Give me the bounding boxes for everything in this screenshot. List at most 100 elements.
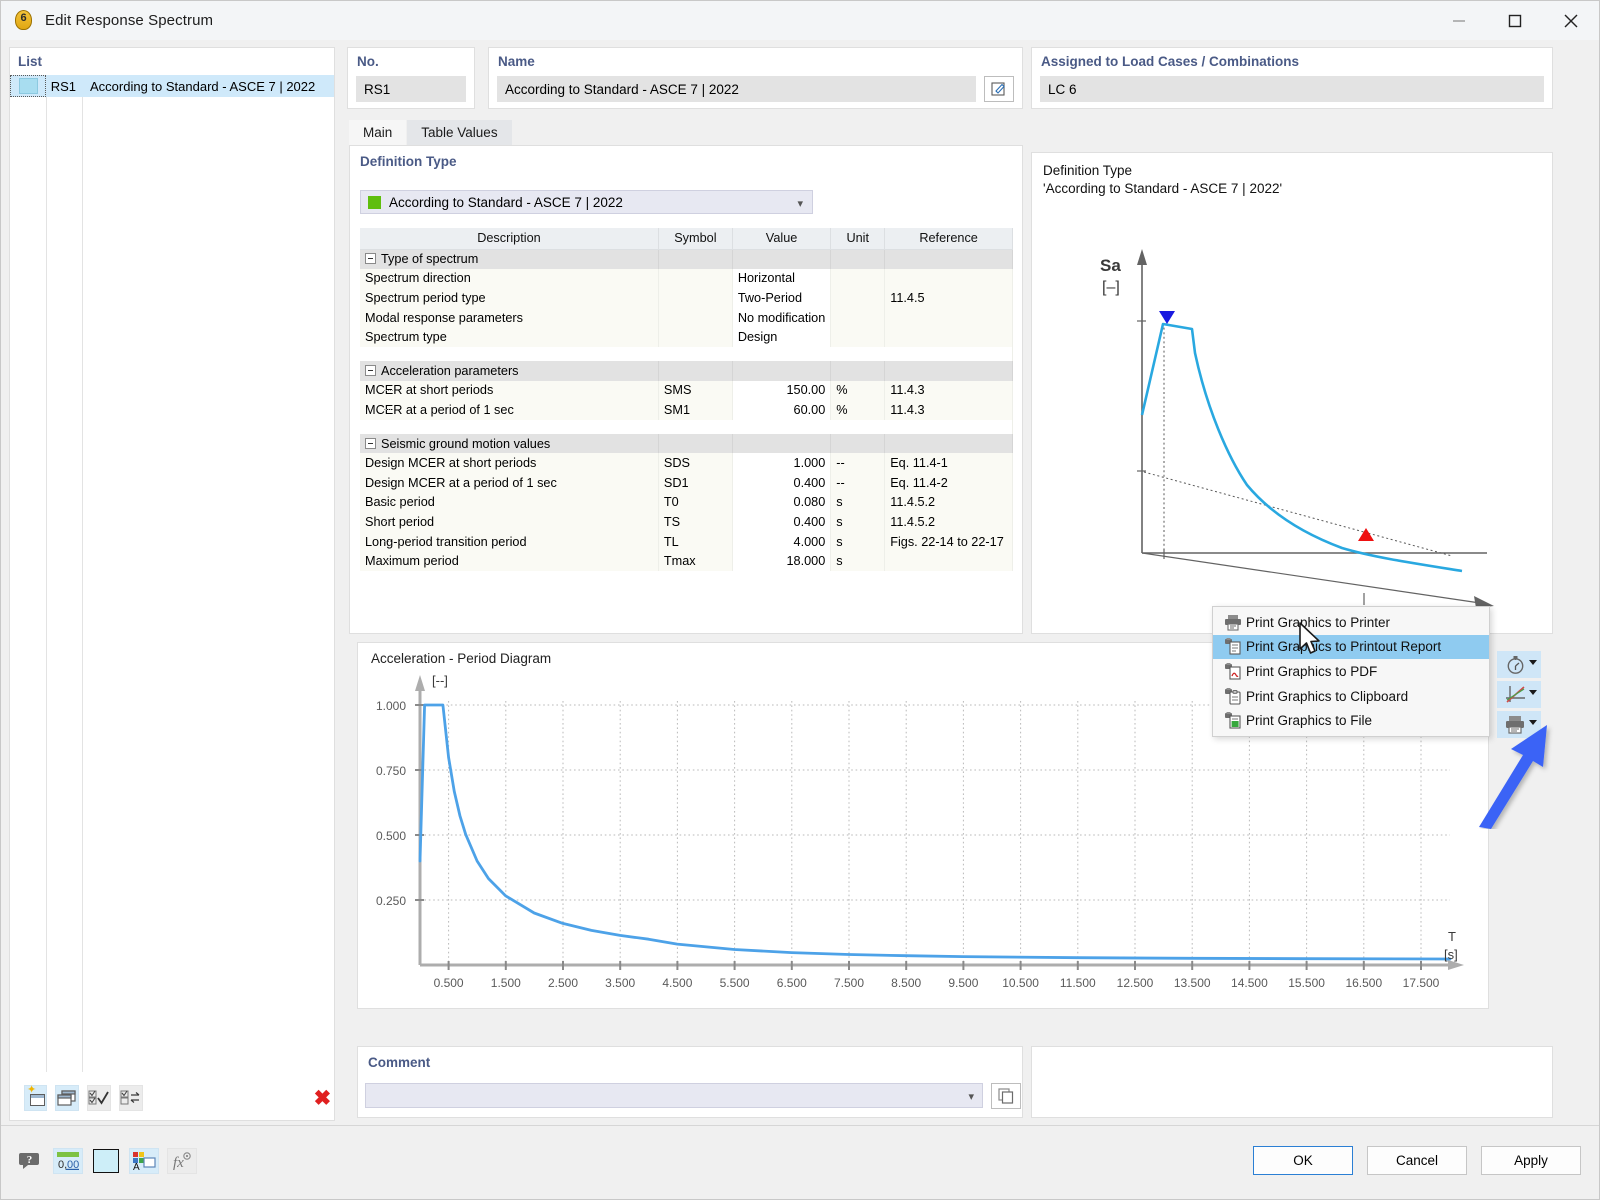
collapse-icon[interactable] [365, 437, 376, 449]
cell-value: 0.080 [732, 492, 832, 513]
table-group-row[interactable]: Acceleration parameters [360, 360, 1013, 381]
xtick-label: 3.500 [605, 976, 635, 990]
table-group-row[interactable]: Seismic ground motion values [360, 433, 1013, 454]
cell-value: 150.00 [732, 380, 832, 401]
collapse-icon[interactable] [365, 364, 376, 376]
color-swatch-icon [93, 1149, 119, 1173]
title-bar: Edit Response Spectrum [1, 1, 1599, 40]
color-swatch-button[interactable] [91, 1148, 121, 1174]
bottom-bar: ? 0, 00 A fx OK Cancel Apply [1, 1125, 1599, 1199]
table-row[interactable]: Design MCER at a period of 1 sec SD1 0.4… [360, 472, 1013, 493]
collapse-icon[interactable] [365, 253, 376, 265]
preview-y-label: Sa [1100, 256, 1121, 275]
chevron-down-icon[interactable] [1529, 660, 1537, 665]
ytick-label: 0.750 [376, 764, 406, 778]
cell-unit: s [830, 531, 886, 552]
table-row[interactable]: MCER at short periods SMS 150.00 % 11.4.… [360, 380, 1013, 401]
menu-item-print-to-printout-report[interactable]: Print Graphics to Printout Report [1213, 634, 1489, 660]
cell-symbol: TL [658, 531, 733, 552]
time-settings-button[interactable] [1497, 651, 1541, 678]
print-file-icon [1220, 712, 1246, 729]
display-properties-button[interactable]: A [129, 1148, 159, 1174]
cell-unit: s [830, 492, 886, 513]
close-button[interactable] [1543, 1, 1599, 40]
number-format-button[interactable]: 0, 00 [53, 1148, 83, 1174]
cell-value: No modification [732, 307, 832, 328]
cell-value: 0.400 [732, 472, 832, 493]
menu-item-print-to-pdf[interactable]: Print Graphics to PDF [1213, 659, 1489, 684]
diagram-settings-button[interactable] [1497, 681, 1541, 708]
cell-description: Spectrum direction [360, 268, 659, 289]
formula-button[interactable]: fx [167, 1148, 197, 1174]
xtick-label: 6.500 [777, 976, 807, 990]
print-graphics-context-menu: Print Graphics to Printer Print Graphics… [1212, 606, 1490, 737]
col-description: Description [360, 228, 659, 250]
definition-type-title: Definition Type [360, 154, 457, 169]
table-row[interactable]: Design MCER at short periods SDS 1.000 -… [360, 453, 1013, 473]
no-value[interactable]: RS1 [356, 76, 466, 102]
copy-window-icon [57, 1089, 76, 1106]
chevron-down-icon[interactable]: ▾ [968, 1090, 974, 1103]
list-panel-header: List [18, 54, 43, 69]
menu-item-print-to-printer[interactable]: Print Graphics to Printer [1213, 610, 1489, 635]
maximize-button[interactable] [1487, 1, 1543, 40]
help-button[interactable]: ? [15, 1148, 45, 1174]
name-edit-button[interactable] [984, 76, 1014, 102]
cancel-button[interactable]: Cancel [1367, 1146, 1467, 1175]
delete-item-button[interactable]: ✖ [311, 1085, 334, 1111]
printer-icon [1220, 614, 1246, 631]
table-row[interactable]: Modal response parameters No modificatio… [360, 307, 1013, 328]
table-row[interactable]: Long-period transition period TL 4.000 s… [360, 531, 1013, 552]
name-value[interactable]: According to Standard - ASCE 7 | 2022 [497, 76, 976, 102]
list-item[interactable]: RS1 According to Standard - ASCE 7 | 202… [10, 75, 334, 97]
copy-item-button[interactable] [55, 1085, 79, 1111]
table-group-row[interactable]: Type of spectrum [360, 249, 1013, 269]
minimize-button[interactable] [1431, 1, 1487, 40]
new-item-button[interactable]: ✦ [24, 1085, 48, 1111]
select-all-button[interactable] [86, 1085, 111, 1111]
cell-symbol [658, 307, 733, 328]
xtick-label: 2.500 [548, 976, 578, 990]
table-row[interactable]: Short period TS 0.400 s 11.4.5.2 [360, 512, 1013, 532]
comment-copy-button[interactable] [991, 1083, 1021, 1109]
invert-selection-button[interactable] [118, 1085, 143, 1111]
cell-reference: 11.4.5.2 [884, 512, 1013, 532]
comment-input[interactable]: ▾ [365, 1083, 983, 1108]
window-controls [1431, 1, 1599, 40]
list-item-color-cell[interactable] [10, 75, 46, 97]
table-row[interactable]: Spectrum type Design [360, 327, 1013, 347]
apply-button[interactable]: Apply [1481, 1146, 1581, 1175]
tab-table-values[interactable]: Table Values [407, 120, 512, 145]
ok-button[interactable]: OK [1253, 1146, 1353, 1175]
cell-value: 18.000 [732, 551, 832, 571]
table-row[interactable]: Maximum period Tmax 18.000 s [360, 551, 1013, 571]
menu-item-print-to-clipboard[interactable]: Print Graphics to Clipboard [1213, 684, 1489, 709]
cell-symbol [658, 288, 733, 308]
menu-item-print-to-file[interactable]: Print Graphics to File [1213, 708, 1489, 733]
assigned-value[interactable]: LC 6 [1040, 76, 1544, 102]
cell-symbol: T0 [658, 492, 733, 513]
table-row[interactable]: Basic period T0 0.080 s 11.4.5.2 [360, 492, 1013, 513]
tab-bar: Main Table Values [349, 120, 1553, 145]
xtick-label: 7.500 [834, 976, 864, 990]
cell-reference: Eq. 11.4-2 [884, 472, 1013, 493]
red-x-icon: ✖ [313, 1086, 332, 1110]
svg-text:0,: 0, [58, 1159, 67, 1171]
chevron-down-icon[interactable] [1529, 690, 1537, 695]
cell-symbol: SM1 [658, 400, 733, 420]
tab-main[interactable]: Main [349, 120, 407, 145]
ytick-label: 0.500 [376, 829, 406, 843]
cell-unit [830, 307, 886, 328]
cell-reference: 11.4.3 [884, 380, 1013, 401]
edit-pencil-icon [991, 82, 1005, 96]
cell-symbol [658, 268, 733, 289]
table-row[interactable]: Spectrum direction Horizontal [360, 268, 1013, 289]
name-panel: Name According to Standard - ASCE 7 | 20… [488, 47, 1023, 109]
definition-type-select[interactable]: According to Standard - ASCE 7 | 2022 ▾ [360, 190, 813, 214]
annotation-arrow [1479, 725, 1547, 829]
edit-response-spectrum-dialog: Edit Response Spectrum List RS1 Acco [0, 0, 1600, 1200]
color-swatch-icon [18, 78, 38, 94]
table-row[interactable]: Spectrum period type Two-Period 11.4.5 [360, 288, 1013, 308]
cell-reference: 11.4.3 [884, 400, 1013, 420]
table-row[interactable]: MCER at a period of 1 sec SM1 60.00 % 11… [360, 400, 1013, 420]
